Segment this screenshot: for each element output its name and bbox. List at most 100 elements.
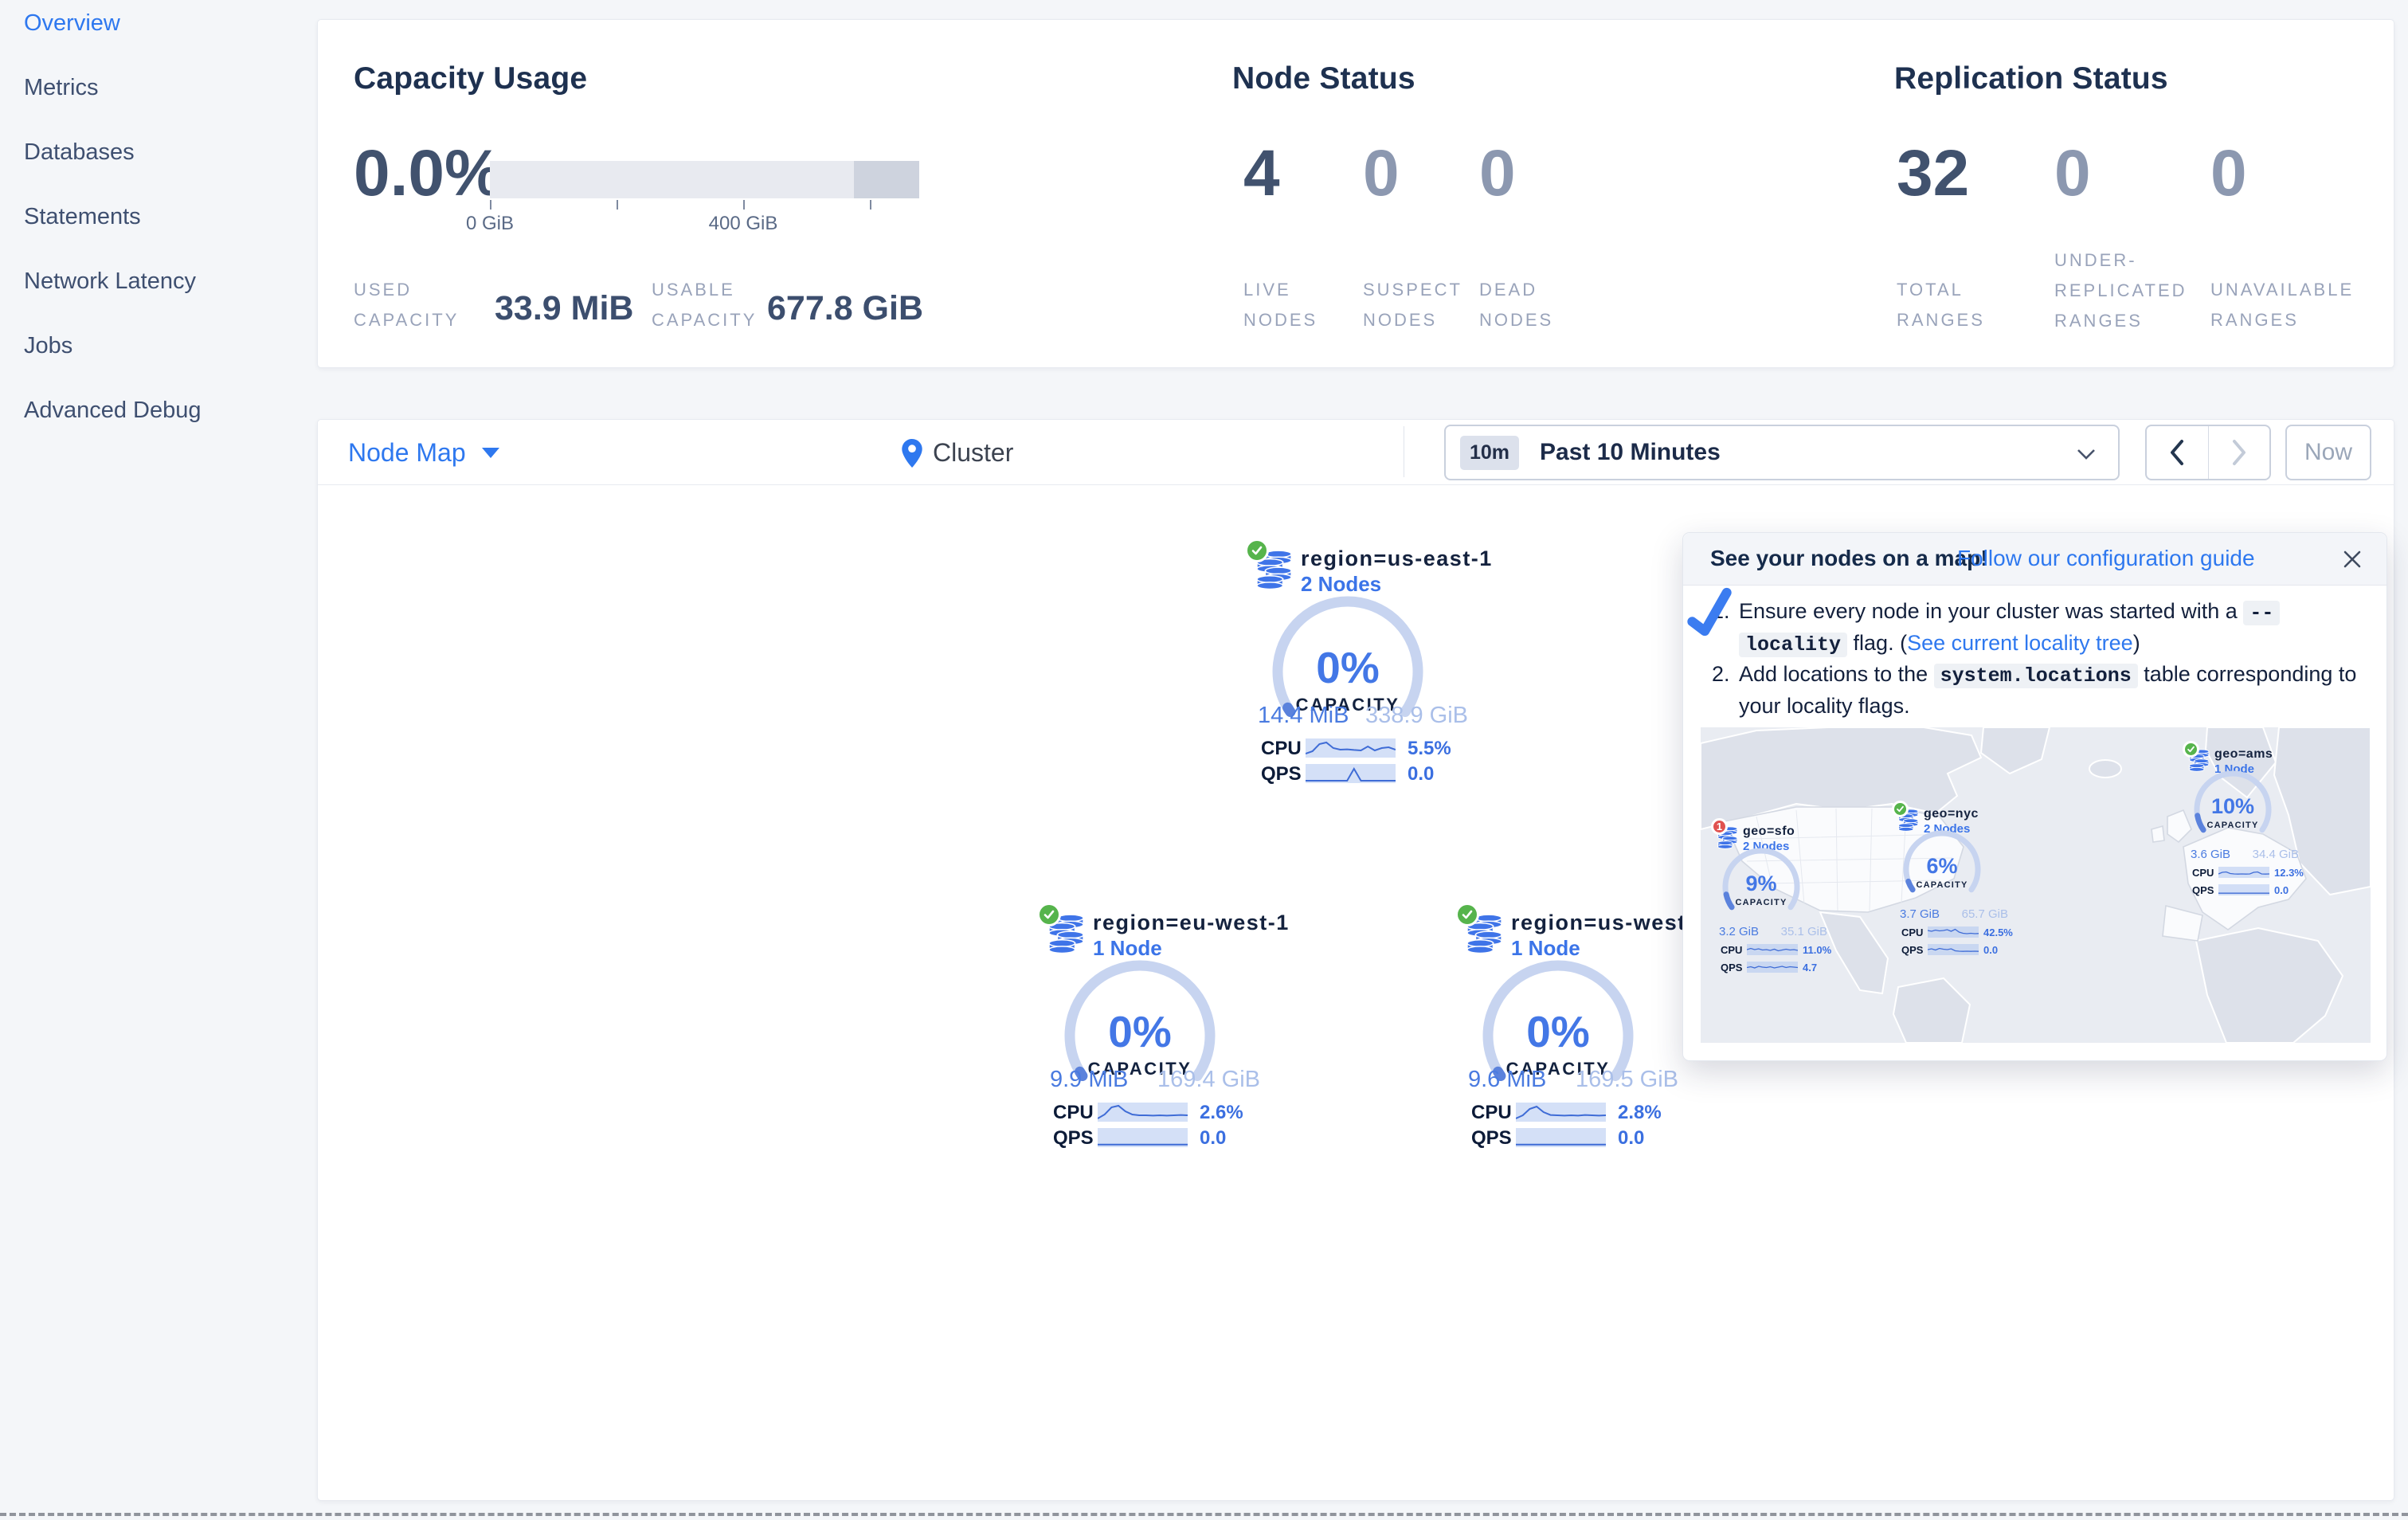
capacity-percent: 6% xyxy=(1926,854,1958,878)
sidebar-item-jobs[interactable]: Jobs xyxy=(24,330,72,362)
close-icon[interactable] xyxy=(2339,546,2366,573)
qps-value: 4.7 xyxy=(1803,962,1818,974)
qps-value: 0.0 xyxy=(1408,763,1435,785)
capacity-axis-label: 0 GiB xyxy=(465,213,515,234)
sidebar-item-network-latency[interactable]: Network Latency xyxy=(24,265,196,297)
locality-tree-link[interactable]: See current locality tree xyxy=(1907,631,2133,655)
qps-sparkline xyxy=(1928,944,1979,955)
stat-value-under--replicated-ranges: 0 xyxy=(2054,137,2091,210)
replication-status-title: Replication Status xyxy=(1894,61,2168,96)
status-ok-icon xyxy=(1455,903,1479,926)
qps-row: QPS 0.0 xyxy=(1465,1127,1680,1149)
qps-row: QPS 0.0 xyxy=(1898,944,2010,956)
locality-name: region=eu-west-1 xyxy=(1093,911,1290,934)
sidebar-item-databases[interactable]: Databases xyxy=(24,136,135,168)
cpu-row: CPU 12.3% xyxy=(2189,867,2304,879)
view-selector-dropdown[interactable]: Node Map xyxy=(348,420,499,485)
used-value: 9.6 MiB xyxy=(1468,1067,1547,1092)
qps-label: QPS xyxy=(1261,763,1302,785)
total-value: 338.9 GiB xyxy=(1365,703,1468,728)
capacity-values: 9.9 MiB 169.4 GiB xyxy=(1050,1067,1260,1093)
capacity-percent: 0% xyxy=(1108,1007,1172,1056)
total-value: 35.1 GiB xyxy=(1780,925,1827,938)
usable-capacity-label: USABLE CAPACITY xyxy=(652,280,758,330)
sidebar-item-overview[interactable]: Overview xyxy=(24,7,120,39)
locality-name: region=us-west-1 xyxy=(1511,911,1708,934)
capacity-caption: CAPACITY xyxy=(1916,880,1968,890)
cpu-label: CPU xyxy=(1901,926,1924,938)
qps-value: 0.0 xyxy=(2274,884,2289,896)
stat-label: UNDER- REPLICATED RANGES xyxy=(2054,250,2187,331)
capacity-percent: 10% xyxy=(2210,794,2255,818)
instruction-text: flag. ( xyxy=(1847,630,1908,655)
blue-checkmark-icon xyxy=(1685,587,1736,642)
cpu-sparkline xyxy=(1306,738,1396,758)
cpu-label: CPU xyxy=(2192,867,2214,879)
summary-card: Capacity Usage 0.0% 0 GiB 400 GiB USED CAP… xyxy=(317,19,2394,368)
cpu-value: 2.8% xyxy=(1618,1102,1662,1123)
capacity-percent: 0.0% xyxy=(354,137,503,210)
capacity-percent: 0% xyxy=(1526,1007,1590,1056)
stat-label: TOTAL RANGES xyxy=(1897,280,1985,330)
instruction-text: Ensure every node in your cluster was st… xyxy=(1739,599,2244,623)
sidebar-item-metrics[interactable]: Metrics xyxy=(24,72,98,104)
sidebar-item-advanced-debug[interactable]: Advanced Debug xyxy=(24,394,202,426)
time-range-select[interactable]: 10m Past 10 Minutes xyxy=(1444,425,2120,480)
total-value: 169.5 GiB xyxy=(1576,1067,1678,1092)
mini-world-map: 1 geo=sfo 2 Nodes 9% CAPACITY 3.2 GiB 35.1 GiB… xyxy=(1701,727,2371,1043)
qps-label: QPS xyxy=(2192,884,2214,896)
qps-sparkline xyxy=(1306,764,1396,783)
capacity-axis-tick xyxy=(490,200,491,210)
cpu-row: CPU 5.5% xyxy=(1255,738,1470,759)
capacity-gauge: 6% CAPACITY xyxy=(1901,828,1983,911)
capacity-axis-tick xyxy=(870,200,871,210)
cpu-sparkline xyxy=(1928,926,1979,938)
status-ok-icon xyxy=(1037,903,1061,926)
cpu-label: CPU xyxy=(1053,1102,1094,1123)
qps-sparkline xyxy=(2218,884,2269,895)
node-status-title: Node Status xyxy=(1232,61,1415,96)
qps-row: QPS 4.7 xyxy=(1717,962,1829,974)
qps-row: QPS 0.0 xyxy=(1047,1127,1262,1149)
cpu-row: CPU 11.0% xyxy=(1717,944,1831,956)
time-next-button[interactable] xyxy=(2209,426,2270,479)
qps-sparkline xyxy=(1098,1128,1188,1147)
stat-label: LIVE NODES xyxy=(1243,280,1318,330)
capacity-gauge: 10% CAPACITY xyxy=(2191,768,2274,851)
sidebar: Overview Metrics Databases Statements Networ… xyxy=(0,0,317,1520)
time-prev-button[interactable] xyxy=(2147,426,2209,479)
cpu-value: 2.6% xyxy=(1200,1102,1243,1123)
capacity-values: 14.4 MiB 338.9 GiB xyxy=(1258,703,1468,729)
now-button[interactable]: Now xyxy=(2285,425,2371,480)
node-map-setup-popup: See your nodes on a map! Follow our conf… xyxy=(1682,532,2387,1061)
cpu-sparkline xyxy=(1098,1103,1188,1122)
used-value: 9.9 MiB xyxy=(1050,1067,1129,1092)
cpu-sparkline xyxy=(1516,1103,1606,1122)
configuration-guide-link[interactable]: Follow our configuration guide xyxy=(1957,546,2255,571)
cpu-label: CPU xyxy=(1261,738,1302,759)
total-value: 169.4 GiB xyxy=(1157,1067,1260,1092)
capacity-percent: 9% xyxy=(1745,872,1777,895)
locality-name: geo=ams xyxy=(2214,747,2273,761)
status-ok-icon xyxy=(1245,539,1269,562)
capacity-usage-title: Capacity Usage xyxy=(354,61,588,96)
stat-value-suspect-nodes: 0 xyxy=(1363,137,1400,210)
instruction-item-2: 2. Add locations to the system.locations … xyxy=(1712,660,2359,721)
status-ok-icon xyxy=(2183,741,2199,758)
cpu-row: CPU 2.6% xyxy=(1047,1102,1262,1123)
instruction-text: table corresponding to xyxy=(2137,662,2357,686)
qps-label: QPS xyxy=(1471,1127,1512,1149)
used-capacity-value: 33.9 MiB xyxy=(495,289,634,327)
capacity-axis-tick xyxy=(743,200,745,210)
sidebar-item-statements[interactable]: Statements xyxy=(24,201,141,233)
usable-capacity-value: 677.8 GiB xyxy=(767,289,923,327)
total-value: 65.7 GiB xyxy=(1961,907,2008,921)
instruction-text: ) xyxy=(2132,630,2140,655)
capacity-bar xyxy=(490,161,919,198)
chevron-down-icon xyxy=(2077,449,2096,464)
instruction-text: Add locations to the xyxy=(1739,662,1934,686)
total-value: 34.4 GiB xyxy=(2252,848,2299,861)
locality-name: geo=sfo xyxy=(1743,825,1795,838)
stat-value-live-nodes: 4 xyxy=(1243,137,1280,210)
breadcrumb-cluster[interactable]: Cluster xyxy=(933,420,1013,485)
